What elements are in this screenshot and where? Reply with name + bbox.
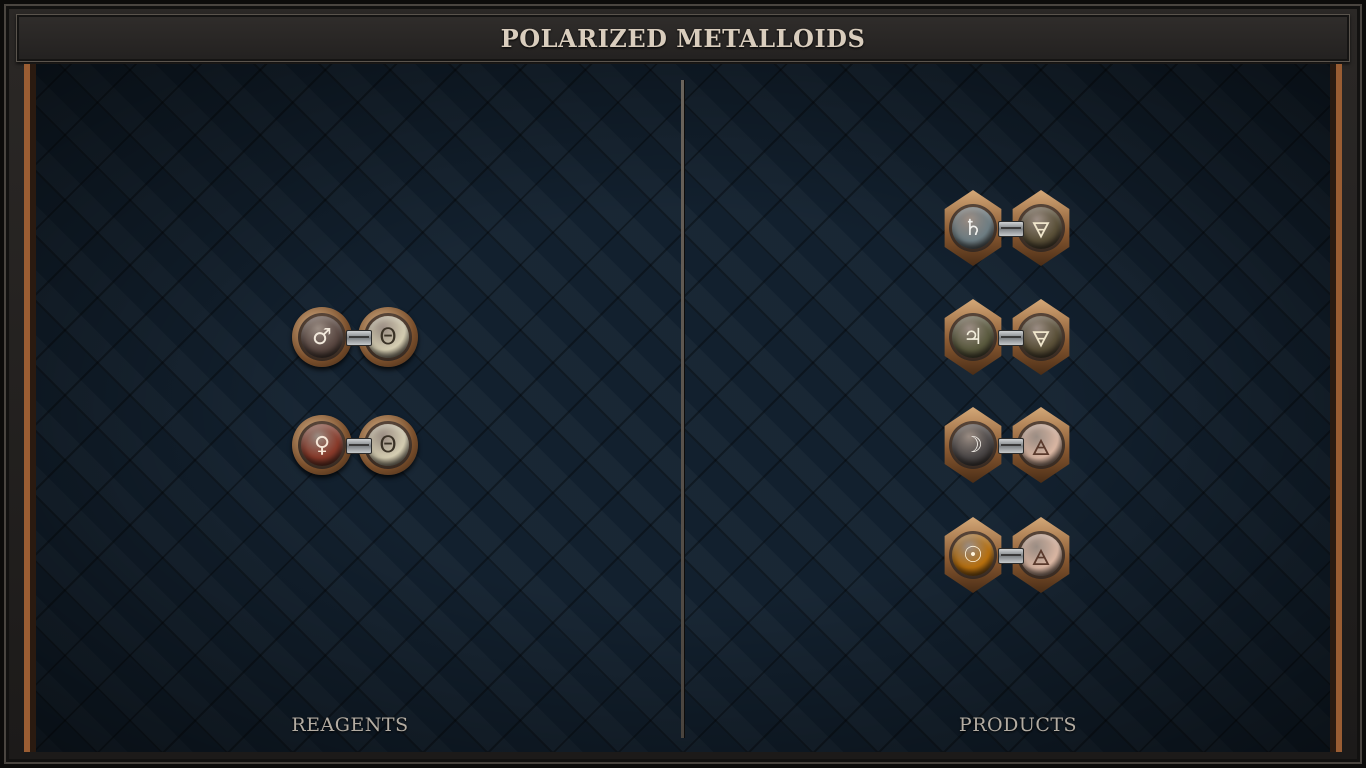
product-molecule[interactable]: ☽ 🜁: [944, 407, 1076, 483]
reagents-label: REAGENTS: [291, 714, 409, 736]
bond-connector: [998, 330, 1024, 346]
gold-symbol-icon: ☉: [952, 534, 994, 576]
silver-atom[interactable]: ☽: [940, 407, 1006, 483]
bond-connector: [998, 438, 1024, 454]
salt-symbol-icon: Θ: [367, 424, 409, 466]
page-title: POLARIZED METALLOIDS: [500, 23, 866, 53]
bond-connector: [998, 548, 1024, 564]
reagent-molecule[interactable]: ♂ Θ: [292, 302, 424, 372]
gold-atom[interactable]: ☉: [940, 517, 1006, 593]
products-label: PRODUCTS: [958, 714, 1078, 736]
title-bar: POLARIZED METALLOIDS: [16, 14, 1350, 62]
tin-atom[interactable]: ♃: [940, 299, 1006, 375]
product-molecule[interactable]: ♃ 🜃: [944, 299, 1076, 375]
copper-atom[interactable]: ♀: [292, 415, 352, 475]
air-symbol-icon: 🜁: [1020, 534, 1062, 576]
bond-connector: [346, 438, 372, 454]
copper-symbol-icon: ♀: [301, 424, 343, 466]
reagent-molecule[interactable]: ♀ Θ: [292, 410, 424, 480]
product-molecule[interactable]: ♄ 🜃: [944, 190, 1076, 266]
product-molecule[interactable]: ☉ 🜁: [944, 517, 1076, 593]
silver-symbol-icon: ☽: [952, 424, 994, 466]
lead-atom[interactable]: ♄: [940, 190, 1006, 266]
earth-symbol-icon: 🜃: [1020, 316, 1062, 358]
bond-connector: [998, 221, 1024, 237]
earth-symbol-icon: 🜃: [1020, 207, 1062, 249]
iron-atom[interactable]: ♂: [292, 307, 352, 367]
lead-symbol-icon: ♄: [952, 207, 994, 249]
air-symbol-icon: 🜁: [1020, 424, 1062, 466]
iron-symbol-icon: ♂: [301, 316, 343, 358]
tin-symbol-icon: ♃: [952, 316, 994, 358]
salt-symbol-icon: Θ: [367, 316, 409, 358]
column-divider: [681, 80, 684, 738]
bond-connector: [346, 330, 372, 346]
